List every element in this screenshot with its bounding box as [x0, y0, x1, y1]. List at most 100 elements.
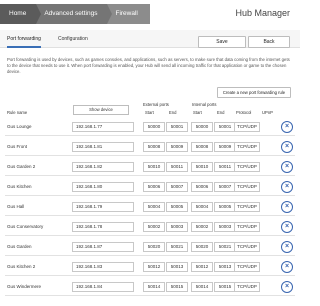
table-row: Gus Lounge 192.168.1.77 50000 50001 5000… — [5, 118, 295, 136]
upnp-header: UPnP — [262, 110, 273, 115]
delete-rule-icon[interactable]: × — [281, 201, 293, 213]
external-end-field[interactable]: 50003 — [166, 222, 188, 232]
port-forwarding-description: Port forwarding is used by devices, such… — [7, 57, 290, 74]
external-start-field[interactable]: 50010 — [143, 162, 165, 172]
device-ip-field[interactable]: 192.168.1.78 — [72, 222, 134, 232]
external-start-field[interactable]: 50000 — [143, 122, 165, 132]
device-ip-field[interactable]: 192.168.1.87 — [72, 242, 134, 252]
breadcrumb-separator — [107, 4, 113, 24]
internal-start-field[interactable]: 50004 — [191, 202, 213, 212]
delete-rule-icon[interactable]: × — [281, 181, 293, 193]
external-end-field[interactable]: 50001 — [166, 122, 188, 132]
delete-rule-icon[interactable]: × — [281, 141, 293, 153]
internal-end-field[interactable]: 50021 — [214, 242, 236, 252]
table-row: Gus Front 192.168.1.81 50008 50009 50008… — [5, 138, 295, 156]
internal-start-field[interactable]: 50010 — [191, 162, 213, 172]
rule-name: Gus Windermere — [7, 284, 42, 289]
internal-start-field[interactable]: 50006 — [191, 182, 213, 192]
breadcrumb-firewall: Firewall — [107, 4, 150, 24]
table-row: Gus Garden 192.168.1.87 50020 50021 5002… — [5, 238, 295, 256]
breadcrumb-advanced-label: Advanced settings — [44, 10, 98, 17]
breadcrumb-advanced-settings[interactable]: Advanced settings — [36, 4, 113, 24]
device-ip-field[interactable]: 192.168.1.83 — [72, 262, 134, 272]
save-button[interactable]: Save — [198, 36, 246, 48]
external-end-field[interactable]: 50011 — [166, 162, 188, 172]
internal-start-field[interactable]: 50000 — [191, 122, 213, 132]
internal-end-field[interactable]: 50015 — [214, 282, 236, 292]
protocol-select[interactable]: TCP/UDP — [234, 182, 260, 192]
protocol-select[interactable]: TCP/UDP — [234, 122, 260, 132]
device-ip-field[interactable]: 192.168.1.82 — [72, 162, 134, 172]
external-start-field[interactable]: 50002 — [143, 222, 165, 232]
device-ip-field[interactable]: 192.168.1.80 — [72, 182, 134, 192]
internal-end-field[interactable]: 50011 — [214, 162, 236, 172]
rule-name: Gus Front — [7, 144, 28, 149]
external-start-field[interactable]: 50006 — [143, 182, 165, 192]
tab-configuration[interactable]: Configuration — [58, 30, 88, 48]
external-end-field[interactable]: 50021 — [166, 242, 188, 252]
external-start-field[interactable]: 50014 — [143, 282, 165, 292]
internal-end-field[interactable]: 50005 — [214, 202, 236, 212]
internal-start-field[interactable]: 50014 — [191, 282, 213, 292]
external-end-field[interactable]: 50013 — [166, 262, 188, 272]
delete-rule-icon[interactable]: × — [281, 281, 293, 293]
delete-rule-icon[interactable]: × — [281, 221, 293, 233]
internal-end-field[interactable]: 50009 — [214, 142, 236, 152]
external-end-field[interactable]: 50015 — [166, 282, 188, 292]
internal-start-field[interactable]: 50012 — [191, 262, 213, 272]
create-rule-button[interactable]: Create a new port forwarding rule — [217, 87, 291, 98]
protocol-select[interactable]: TCP/UDP — [234, 222, 260, 232]
internal-end-field[interactable]: 50003 — [214, 222, 236, 232]
show-device-button[interactable]: Show device — [73, 105, 129, 115]
device-ip-field[interactable]: 192.168.1.77 — [72, 122, 134, 132]
external-start-field[interactable]: 50004 — [143, 202, 165, 212]
top-bar: Home Advanced settings Firewall Hub Mana… — [0, 0, 300, 28]
rule-name: Gus Kitchen 2 — [7, 264, 36, 269]
app-title: Hub Manager — [235, 8, 290, 18]
external-end-field[interactable]: 50007 — [166, 182, 188, 192]
external-start-field[interactable]: 50012 — [143, 262, 165, 272]
breadcrumb: Home Advanced settings Firewall — [0, 4, 150, 24]
external-start-field[interactable]: 50008 — [143, 142, 165, 152]
protocol-select[interactable]: TCP/UDP — [234, 262, 260, 272]
internal-start-field[interactable]: 50008 — [191, 142, 213, 152]
delete-rule-icon[interactable]: × — [281, 121, 293, 133]
device-ip-field[interactable]: 192.168.1.81 — [72, 142, 134, 152]
back-button[interactable]: Back — [248, 36, 290, 48]
protocol-header: Protocol — [236, 110, 252, 115]
internal-end-field[interactable]: 50007 — [214, 182, 236, 192]
protocol-select[interactable]: TCP/UDP — [234, 142, 260, 152]
rule-name: Gus Garden 2 — [7, 164, 36, 169]
rule-name-header: Rule name — [7, 110, 28, 115]
internal-start-field[interactable]: 50020 — [191, 242, 213, 252]
external-start-field[interactable]: 50020 — [143, 242, 165, 252]
table-row: Gus Kitchen 2 192.168.1.83 50012 50013 5… — [5, 258, 295, 276]
rule-name: Gus Conservatory — [7, 224, 44, 229]
table-row: Gus Windermere 192.168.1.84 50014 50015 … — [5, 278, 295, 296]
internal-start-field[interactable]: 50002 — [191, 222, 213, 232]
tab-port-forwarding[interactable]: Port forwarding — [7, 30, 41, 48]
protocol-select[interactable]: TCP/UDP — [234, 202, 260, 212]
delete-rule-icon[interactable]: × — [281, 241, 293, 253]
rule-name: Gus Kitchen — [7, 184, 32, 189]
table-row: Gus Conservatory 192.168.1.78 50002 5000… — [5, 218, 295, 236]
protocol-select[interactable]: TCP/UDP — [234, 242, 260, 252]
device-ip-field[interactable]: 192.168.1.79 — [72, 202, 134, 212]
internal-ports-header: Internal ports — [192, 102, 217, 107]
device-ip-field[interactable]: 192.168.1.84 — [72, 282, 134, 292]
external-end-field[interactable]: 50009 — [166, 142, 188, 152]
external-end-field[interactable]: 50005 — [166, 202, 188, 212]
internal-end-field[interactable]: 50001 — [214, 122, 236, 132]
protocol-select[interactable]: TCP/UDP — [234, 282, 260, 292]
table-row: Gus Garden 2 192.168.1.82 50010 50011 50… — [5, 158, 295, 176]
internal-start-header: Start — [193, 110, 202, 115]
delete-rule-icon[interactable]: × — [281, 161, 293, 173]
external-ports-header: External ports — [143, 102, 169, 107]
breadcrumb-home[interactable]: Home — [0, 4, 42, 24]
external-end-header: End — [169, 110, 177, 115]
protocol-select[interactable]: TCP/UDP — [234, 162, 260, 172]
delete-rule-icon[interactable]: × — [281, 261, 293, 273]
internal-end-field[interactable]: 50013 — [214, 262, 236, 272]
table-row: Gus Kitchen 192.168.1.80 50006 50007 500… — [5, 178, 295, 196]
breadcrumb-firewall-label: Firewall — [115, 10, 138, 17]
